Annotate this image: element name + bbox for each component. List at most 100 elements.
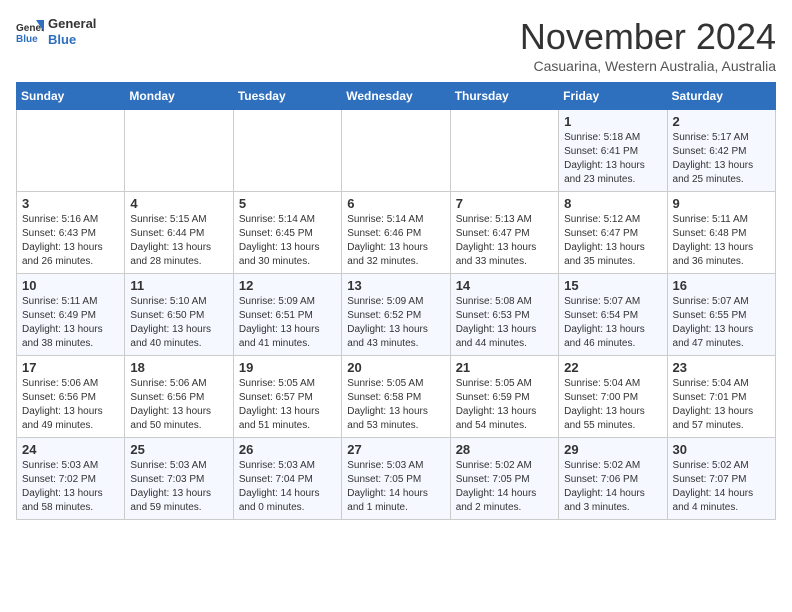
calendar-cell	[450, 110, 558, 192]
day-info: and 57 minutes.	[673, 419, 770, 433]
day-info: Sunset: 6:44 PM	[130, 227, 227, 241]
title-area: November 2024 Casuarina, Western Austral…	[520, 16, 776, 74]
svg-text:Blue: Blue	[16, 34, 38, 45]
calendar-cell: 12Sunrise: 5:09 AMSunset: 6:51 PMDayligh…	[233, 274, 341, 356]
week-row-2: 10Sunrise: 5:11 AMSunset: 6:49 PMDayligh…	[17, 274, 776, 356]
month-title: November 2024	[520, 16, 776, 58]
day-number: 8	[564, 196, 661, 211]
calendar-cell: 7Sunrise: 5:13 AMSunset: 6:47 PMDaylight…	[450, 192, 558, 274]
day-info: Sunset: 6:47 PM	[456, 227, 553, 241]
day-info: Sunrise: 5:05 AM	[347, 377, 444, 391]
day-info: Sunset: 6:51 PM	[239, 309, 336, 323]
day-info: Sunrise: 5:16 AM	[22, 213, 119, 227]
day-info: Sunrise: 5:13 AM	[456, 213, 553, 227]
day-info: Sunset: 7:07 PM	[673, 473, 770, 487]
day-info: and 1 minute.	[347, 501, 444, 515]
week-row-4: 24Sunrise: 5:03 AMSunset: 7:02 PMDayligh…	[17, 438, 776, 520]
day-info: Sunset: 7:05 PM	[347, 473, 444, 487]
calendar-cell: 14Sunrise: 5:08 AMSunset: 6:53 PMDayligh…	[450, 274, 558, 356]
day-number: 17	[22, 360, 119, 375]
location-title: Casuarina, Western Australia, Australia	[520, 58, 776, 74]
day-info: and 43 minutes.	[347, 337, 444, 351]
day-info: and 50 minutes.	[130, 419, 227, 433]
day-info: and 44 minutes.	[456, 337, 553, 351]
day-info: Sunset: 6:53 PM	[456, 309, 553, 323]
day-number: 15	[564, 278, 661, 293]
calendar-cell: 30Sunrise: 5:02 AMSunset: 7:07 PMDayligh…	[667, 438, 775, 520]
day-info: Daylight: 13 hours	[22, 487, 119, 501]
day-number: 19	[239, 360, 336, 375]
day-info: Sunset: 7:02 PM	[22, 473, 119, 487]
day-info: Daylight: 13 hours	[130, 241, 227, 255]
week-row-3: 17 Sunrise: 5:06 AMSunset: 6:56 PM Dayligh…	[17, 356, 776, 438]
day-info: Sunrise: 5:04 AM	[564, 377, 661, 391]
day-number: 27	[347, 442, 444, 457]
day-info: Sunset: 7:00 PM	[564, 391, 661, 405]
calendar-cell: 13Sunrise: 5:09 AMSunset: 6:52 PMDayligh…	[342, 274, 450, 356]
day-info: Sunset: 6:47 PM	[564, 227, 661, 241]
day-info: Sunset: 6:55 PM	[673, 309, 770, 323]
day-info: Sunset: 6:43 PM	[22, 227, 119, 241]
day-info: Sunrise: 5:03 AM	[347, 459, 444, 473]
day-number: 26	[239, 442, 336, 457]
header-wednesday: Wednesday	[342, 83, 450, 110]
day-number: 10	[22, 278, 119, 293]
day-info: Sunrise: 5:11 AM	[673, 213, 770, 227]
calendar-cell: 15Sunrise: 5:07 AMSunset: 6:54 PMDayligh…	[559, 274, 667, 356]
day-info: Sunrise: 5:05 AM	[456, 377, 553, 391]
calendar-cell: 10Sunrise: 5:11 AMSunset: 6:49 PMDayligh…	[17, 274, 125, 356]
day-info: Sunrise: 5:03 AM	[130, 459, 227, 473]
day-info: Sunrise: 5:09 AM	[347, 295, 444, 309]
day-info: Sunset: 6:52 PM	[347, 309, 444, 323]
calendar-cell: 17Sunrise: 5:06 AMSunset: 6:56 PMDayligh…	[17, 356, 125, 438]
day-info: and 46 minutes.	[564, 337, 661, 351]
day-info: and 51 minutes.	[239, 419, 336, 433]
day-info: Daylight: 13 hours	[673, 159, 770, 173]
calendar-cell: 23Sunrise: 5:04 AMSunset: 7:01 PMDayligh…	[667, 356, 775, 438]
header-friday: Friday	[559, 83, 667, 110]
day-info: Daylight: 13 hours	[673, 405, 770, 419]
day-info: and 36 minutes.	[673, 255, 770, 269]
day-info: and 49 minutes.	[22, 419, 119, 433]
day-number: 24	[22, 442, 119, 457]
calendar-cell: 21Sunrise: 5:05 AMSunset: 6:59 PMDayligh…	[450, 356, 558, 438]
calendar-cell: 3Sunrise: 5:16 AMSunset: 6:43 PMDaylight…	[17, 192, 125, 274]
day-number: 16	[673, 278, 770, 293]
day-info: Sunset: 6:56 PM	[130, 391, 227, 405]
day-info: and 33 minutes.	[456, 255, 553, 269]
day-info: Daylight: 14 hours	[673, 487, 770, 501]
calendar-cell: 6Sunrise: 5:14 AMSunset: 6:46 PMDaylight…	[342, 192, 450, 274]
day-info: Sunrise: 5:06 AM	[130, 377, 227, 391]
logo: General Blue General Blue	[16, 16, 96, 47]
day-number: 28	[456, 442, 553, 457]
calendar-cell: 4Sunrise: 5:15 AMSunset: 6:44 PMDaylight…	[125, 192, 233, 274]
logo-line1: General	[48, 16, 96, 32]
logo-line2: Blue	[48, 32, 96, 48]
day-number: 20	[347, 360, 444, 375]
day-number: 1	[564, 114, 661, 129]
day-info: and 30 minutes.	[239, 255, 336, 269]
day-info: and 38 minutes.	[22, 337, 119, 351]
day-info: Sunset: 7:01 PM	[673, 391, 770, 405]
day-info: Daylight: 13 hours	[130, 323, 227, 337]
day-number: 25	[130, 442, 227, 457]
day-info: and 4 minutes.	[673, 501, 770, 515]
calendar-cell	[233, 110, 341, 192]
day-info: Sunrise: 5:14 AM	[347, 213, 444, 227]
calendar-cell: 28Sunrise: 5:02 AMSunset: 7:05 PMDayligh…	[450, 438, 558, 520]
calendar-cell: 20Sunrise: 5:05 AMSunset: 6:58 PMDayligh…	[342, 356, 450, 438]
day-number: 9	[673, 196, 770, 211]
header-sunday: Sunday	[17, 83, 125, 110]
day-info: Sunset: 6:45 PM	[239, 227, 336, 241]
day-info: Daylight: 13 hours	[564, 159, 661, 173]
day-info: Daylight: 13 hours	[673, 323, 770, 337]
header-saturday: Saturday	[667, 83, 775, 110]
day-number: 23	[673, 360, 770, 375]
day-info: and 59 minutes.	[130, 501, 227, 515]
calendar-cell: 16Sunrise: 5:07 AMSunset: 6:55 PMDayligh…	[667, 274, 775, 356]
day-info: Sunrise: 5:12 AM	[564, 213, 661, 227]
week-row-0: 1Sunrise: 5:18 AMSunset: 6:41 PMDaylight…	[17, 110, 776, 192]
day-info: Daylight: 13 hours	[673, 241, 770, 255]
day-info: Daylight: 13 hours	[347, 405, 444, 419]
day-info: Daylight: 13 hours	[239, 323, 336, 337]
